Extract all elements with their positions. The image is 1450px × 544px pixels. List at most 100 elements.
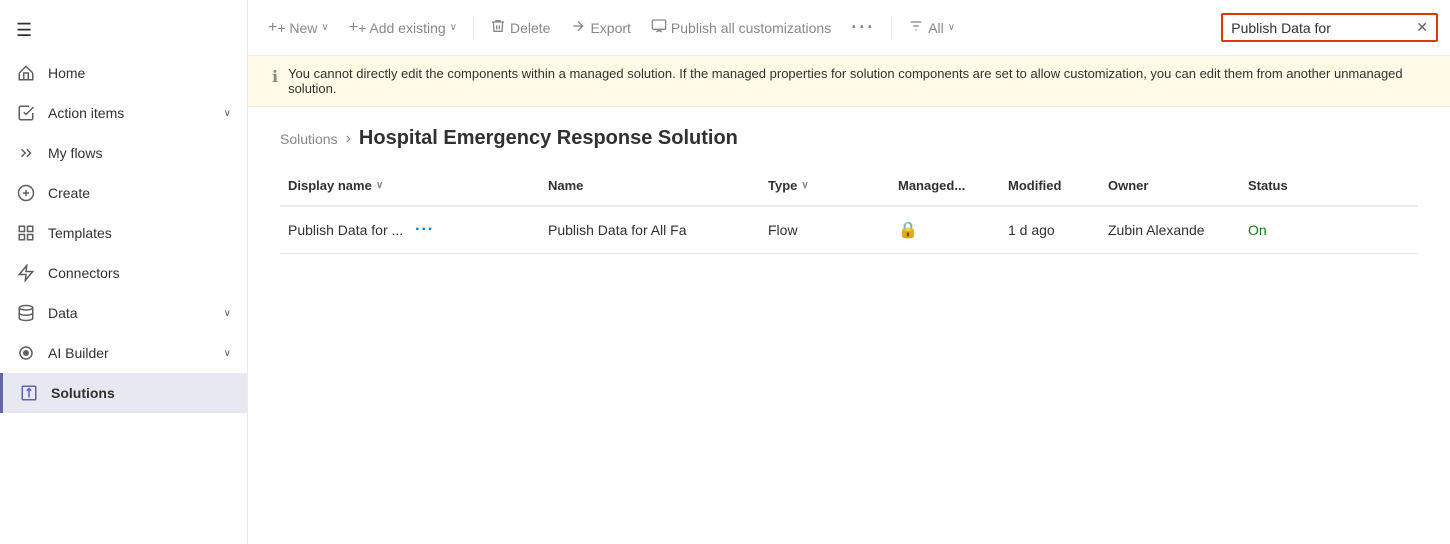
- header-status: Status: [1240, 174, 1320, 197]
- action-items-icon: [16, 103, 36, 123]
- solutions-icon: [19, 383, 39, 403]
- main-content: + + New ∨ + + Add existing ∨ Delete Expo…: [248, 0, 1450, 544]
- breadcrumb-parent[interactable]: Solutions: [280, 131, 338, 147]
- sidebar-item-create[interactable]: Create: [0, 173, 247, 213]
- display-name-text: Publish Data for ...: [288, 222, 403, 238]
- more-button[interactable]: ···: [843, 11, 883, 44]
- toolbar: + + New ∨ + + Add existing ∨ Delete Expo…: [248, 0, 1450, 56]
- publish-all-button[interactable]: Publish all customizations: [643, 12, 839, 43]
- header-type[interactable]: Type ∨: [760, 174, 890, 197]
- lock-icon: 🔒: [898, 222, 918, 239]
- header-name: Name: [540, 174, 760, 197]
- sidebar-item-solutions-label: Solutions: [51, 385, 231, 401]
- publish-all-icon: [651, 18, 667, 37]
- filter-chevron-icon: ∨: [948, 22, 955, 33]
- sidebar-item-templates-label: Templates: [48, 225, 231, 241]
- header-name-label: Name: [548, 178, 583, 193]
- data-chevron: ∨: [224, 308, 231, 319]
- new-chevron-icon: ∨: [321, 22, 328, 33]
- cell-display-name: Publish Data for ... ···: [280, 211, 540, 249]
- export-label: Export: [590, 20, 630, 36]
- add-existing-label: + Add existing: [358, 20, 446, 36]
- sidebar-item-home-label: Home: [48, 65, 231, 81]
- header-managed-label: Managed...: [898, 178, 965, 193]
- filter-icon: [908, 18, 924, 37]
- header-display-name-label: Display name: [288, 178, 372, 193]
- type-text: Flow: [768, 222, 798, 238]
- sidebar-item-connectors[interactable]: Connectors: [0, 253, 247, 293]
- export-button[interactable]: Export: [562, 12, 638, 43]
- toolbar-divider-2: [891, 16, 892, 40]
- cell-managed: 🔒: [890, 212, 1000, 248]
- toolbar-divider-1: [473, 16, 474, 40]
- add-existing-button[interactable]: + + Add existing ∨: [341, 13, 465, 43]
- header-status-label: Status: [1248, 178, 1288, 193]
- new-button[interactable]: + + New ∨: [260, 13, 337, 43]
- search-box: Publish Data for ✕: [1221, 13, 1438, 42]
- filter-button[interactable]: All ∨: [900, 12, 963, 43]
- publish-all-label: Publish all customizations: [671, 20, 831, 36]
- full-name-text: Publish Data for All Fa: [548, 222, 687, 238]
- new-plus-icon: +: [268, 19, 277, 37]
- new-label: + New: [277, 20, 317, 36]
- add-existing-chevron-icon: ∨: [450, 22, 457, 33]
- sidebar-item-ai-builder-label: AI Builder: [48, 345, 224, 361]
- my-flows-icon: [16, 143, 36, 163]
- sidebar-item-templates[interactable]: Templates: [0, 213, 247, 253]
- cell-status: On: [1240, 214, 1320, 246]
- search-input[interactable]: Publish Data for: [1231, 20, 1412, 36]
- add-existing-plus-icon: +: [349, 19, 358, 37]
- table-header: Display name ∨ Name Type ∨ Managed... Mo…: [280, 166, 1418, 207]
- display-name-sort-icon: ∨: [376, 180, 383, 191]
- header-managed: Managed...: [890, 174, 1000, 197]
- sidebar-item-ai-builder[interactable]: AI Builder ∨: [0, 333, 247, 373]
- export-icon: [570, 18, 586, 37]
- content-area: Solutions › Hospital Emergency Response …: [248, 107, 1450, 544]
- sidebar: ☰ Home Action items ∨ My flows Create Te…: [0, 0, 248, 544]
- sidebar-item-action-items[interactable]: Action items ∨: [0, 93, 247, 133]
- filter-label: All: [928, 20, 944, 36]
- templates-icon: [16, 223, 36, 243]
- more-icon: ···: [851, 17, 875, 38]
- table-row[interactable]: Publish Data for ... ··· Publish Data fo…: [280, 207, 1418, 254]
- close-icon[interactable]: ✕: [1416, 19, 1428, 36]
- owner-text: Zubin Alexande: [1108, 222, 1205, 238]
- sidebar-item-data-label: Data: [48, 305, 224, 321]
- breadcrumb-separator: ›: [346, 130, 351, 148]
- row-ellipsis-button[interactable]: ···: [411, 219, 438, 241]
- data-icon: [16, 303, 36, 323]
- table-container: Display name ∨ Name Type ∨ Managed... Mo…: [248, 166, 1450, 254]
- delete-icon: [490, 18, 506, 37]
- delete-button[interactable]: Delete: [482, 12, 558, 43]
- ai-builder-icon: [16, 343, 36, 363]
- delete-label: Delete: [510, 20, 550, 36]
- sidebar-item-action-items-label: Action items: [48, 105, 224, 121]
- breadcrumb: Solutions › Hospital Emergency Response …: [248, 107, 1450, 166]
- sidebar-item-solutions[interactable]: Solutions: [0, 373, 247, 413]
- header-owner-label: Owner: [1108, 178, 1148, 193]
- header-display-name[interactable]: Display name ∨: [280, 174, 540, 197]
- sidebar-item-connectors-label: Connectors: [48, 265, 231, 281]
- hamburger-icon[interactable]: ☰: [0, 8, 247, 53]
- connectors-icon: [16, 263, 36, 283]
- ai-builder-chevron: ∨: [224, 348, 231, 359]
- sidebar-item-data[interactable]: Data ∨: [0, 293, 247, 333]
- sidebar-item-home[interactable]: Home: [0, 53, 247, 93]
- type-sort-icon: ∨: [801, 180, 808, 191]
- sidebar-item-my-flows-label: My flows: [48, 145, 231, 161]
- cell-owner: Zubin Alexande: [1100, 214, 1240, 246]
- sidebar-item-create-label: Create: [48, 185, 231, 201]
- header-owner: Owner: [1100, 174, 1240, 197]
- header-type-label: Type: [768, 178, 797, 193]
- header-modified: Modified: [1000, 174, 1100, 197]
- warning-message: You cannot directly edit the components …: [288, 66, 1426, 96]
- cell-modified: 1 d ago: [1000, 214, 1100, 246]
- home-icon: [16, 63, 36, 83]
- sidebar-item-my-flows[interactable]: My flows: [0, 133, 247, 173]
- warning-banner: ℹ You cannot directly edit the component…: [248, 56, 1450, 107]
- modified-text: 1 d ago: [1008, 222, 1055, 238]
- action-items-chevron: ∨: [224, 108, 231, 119]
- status-text: On: [1248, 222, 1267, 238]
- info-icon: ℹ: [272, 67, 278, 87]
- cell-full-name: Publish Data for All Fa: [540, 214, 760, 246]
